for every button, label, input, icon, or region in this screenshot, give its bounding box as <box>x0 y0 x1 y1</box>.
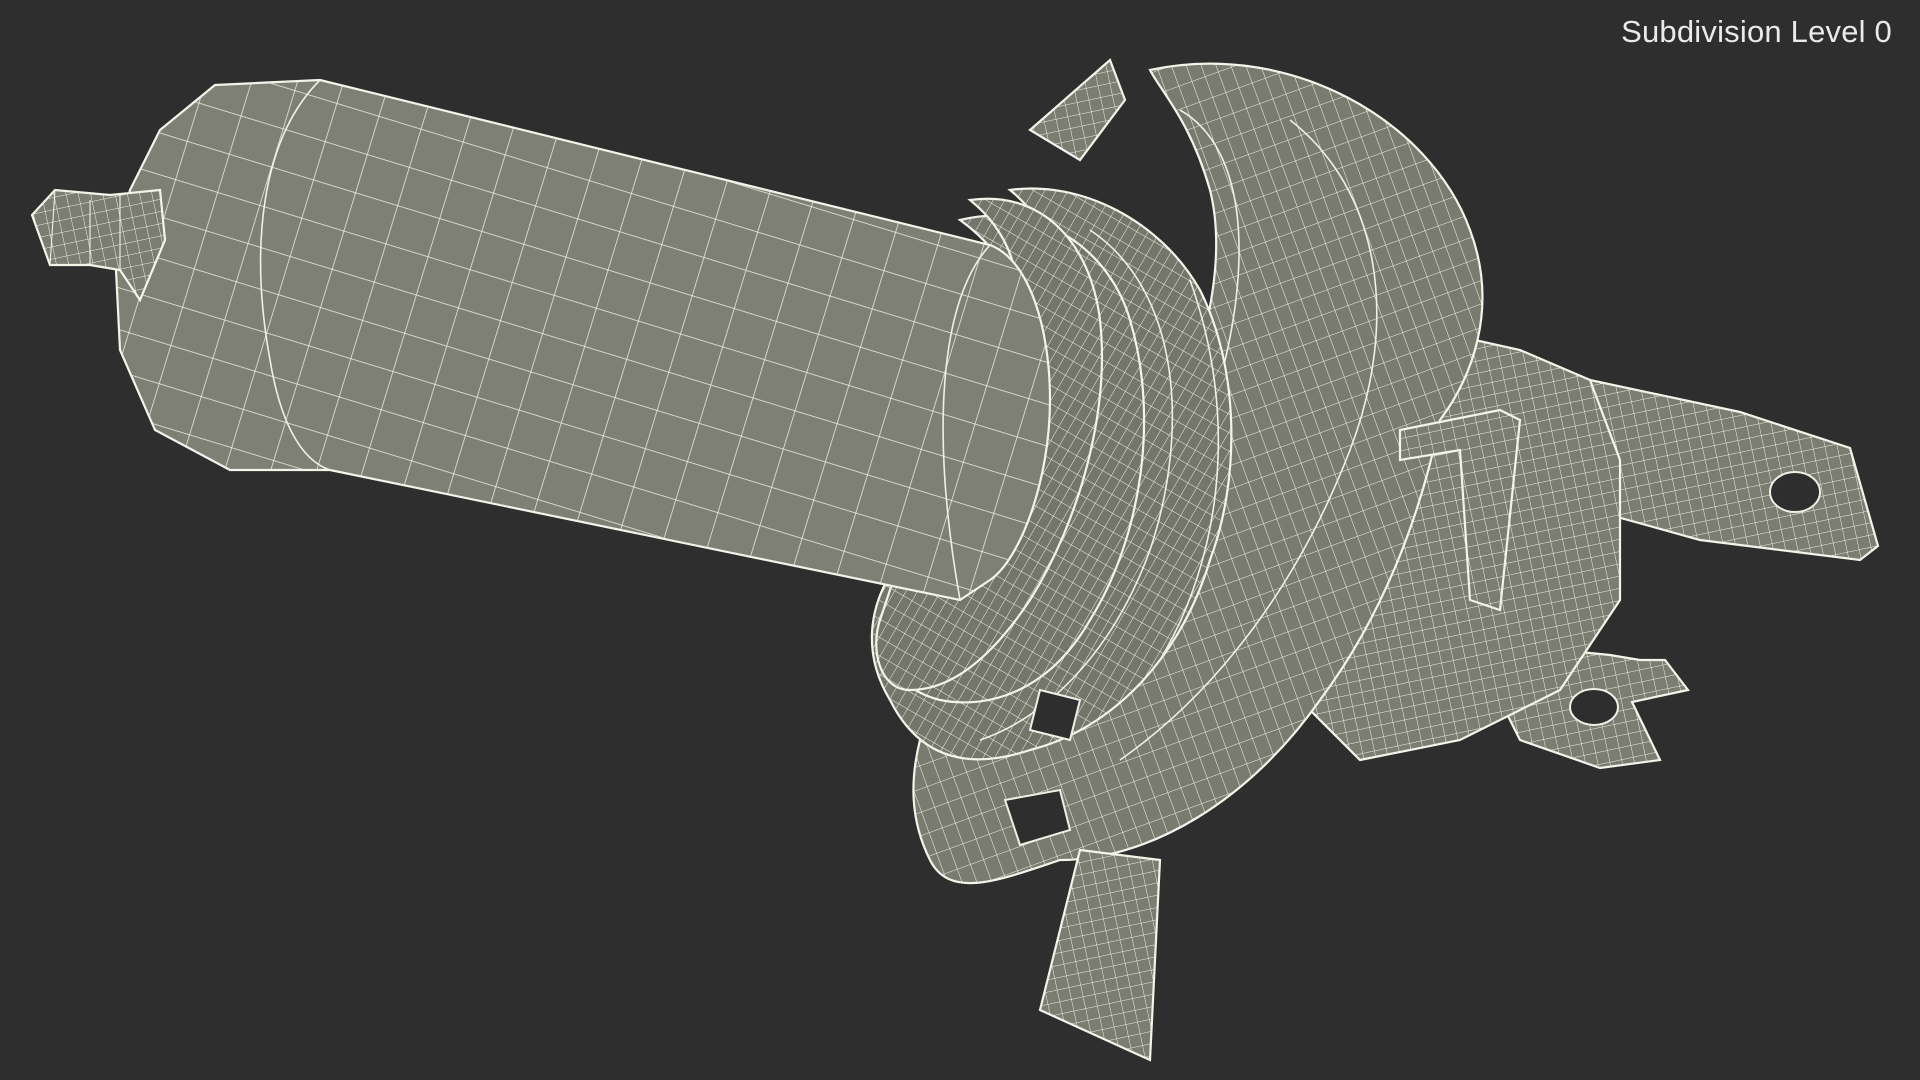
3d-viewport[interactable]: Subdivision Level 0 <box>0 0 1920 1080</box>
capsule-tip <box>30 188 167 303</box>
terminal-tab-upper <box>1588 378 1880 562</box>
flange-top-tab <box>1028 58 1127 162</box>
wireframe-mesh-render <box>30 58 1880 1062</box>
glass-capsule <box>113 78 1052 602</box>
subdivision-level-label: Subdivision Level 0 <box>1621 14 1892 49</box>
bottom-pin <box>1038 848 1162 1062</box>
